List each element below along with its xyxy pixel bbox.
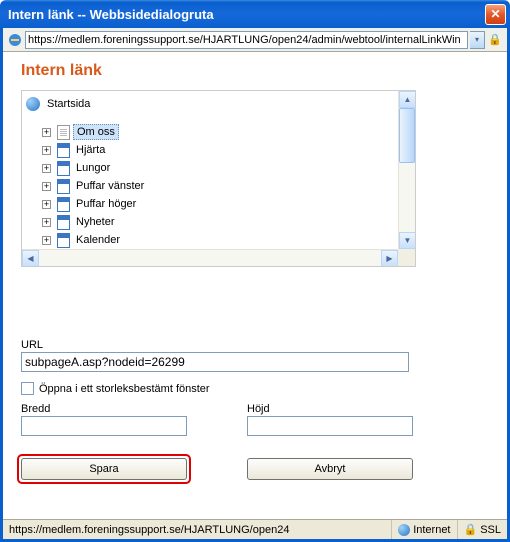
open-sized-label: Öppna i ett storleksbestämt fönster [39,383,210,395]
page-blue-icon [55,142,71,158]
url-label: URL [21,339,489,351]
status-path: https://medlem.foreningssupport.se/HJART… [3,520,392,539]
tree-item-label: Om oss [73,124,119,140]
expander-icon[interactable]: + [42,182,51,191]
arrow-right-icon: ▶ [386,254,392,263]
button-row: Spara Avbryt [21,458,489,480]
status-zone: Internet [392,520,457,539]
window-frame: ▾ 🔒 Intern länk Startsida + Om oss + Hjärta… [0,28,510,542]
page-blue-icon [55,232,71,248]
titlebar: Intern länk -- Webbsidedialogruta ✕ [0,0,510,28]
height-input[interactable] [247,416,413,436]
arrow-up-icon: ▲ [404,95,412,104]
tree-item-label: Kalender [73,233,123,247]
expander-icon[interactable]: + [42,200,51,209]
chevron-down-icon: ▾ [475,35,479,44]
globe-icon [398,524,410,536]
close-button[interactable]: ✕ [485,4,506,25]
arrow-down-icon: ▼ [404,236,412,245]
address-bar: ▾ 🔒 [3,28,507,52]
globe-icon [26,97,40,111]
tree-item[interactable]: + Puffar vänster [42,177,398,195]
expander-icon[interactable]: + [42,146,51,155]
tree-item-label: Puffar höger [73,197,139,211]
expander-icon[interactable]: + [42,164,51,173]
lock-icon: 🔒 [487,32,503,48]
scroll-up-button[interactable]: ▲ [399,91,416,108]
width-input[interactable] [21,416,187,436]
scroll-left-button[interactable]: ◀ [22,250,39,267]
horizontal-scrollbar[interactable]: ◀ ▶ [22,249,398,266]
tree-item-label: Lungor [73,161,113,175]
expander-icon[interactable]: + [42,236,51,245]
height-label: Höjd [247,403,413,415]
tree-item[interactable]: + Kalender [42,231,398,249]
expander-icon[interactable]: + [42,218,51,227]
tree-root[interactable]: Startsida [26,95,398,113]
arrow-left-icon: ◀ [27,254,33,263]
status-path-text: https://medlem.foreningssupport.se/HJART… [9,524,289,536]
window-title: Intern länk -- Webbsidedialogruta [8,7,485,22]
page-blue-icon [55,160,71,176]
open-sized-checkbox[interactable] [21,382,34,395]
width-label: Bredd [21,403,187,415]
page-title: Intern länk [21,62,489,80]
save-button[interactable]: Spara [21,458,187,480]
scroll-track-vertical[interactable] [399,108,415,232]
tree-root-label: Startsida [44,97,93,111]
ie-icon [7,32,23,48]
vertical-scrollbar[interactable]: ▲ ▼ [398,91,415,249]
page-blue-icon [55,178,71,194]
scroll-corner [398,249,415,266]
save-highlight: Spara [21,458,187,480]
status-ssl-text: SSL [480,524,501,536]
tree-body[interactable]: Startsida + Om oss + Hjärta + Lungor + Puffar v… [22,91,398,249]
tree-item[interactable]: + Nyheter [42,213,398,231]
tree-item-label: Nyheter [73,215,118,229]
dimensions-row: Bredd Höjd [21,403,489,436]
status-bar: https://medlem.foreningssupport.se/HJART… [3,519,507,539]
url-input[interactable] [21,352,409,372]
lock-icon: 🔒 [464,523,478,536]
tree-item[interactable]: + Hjärta [42,141,398,159]
scroll-down-button[interactable]: ▼ [399,232,416,249]
expander-icon[interactable]: + [42,128,51,137]
close-icon: ✕ [490,7,500,21]
tree-item-label: Hjärta [73,143,108,157]
tree-pane: Startsida + Om oss + Hjärta + Lungor + Puffar v… [21,90,416,267]
tree-item[interactable]: + Puffar höger [42,195,398,213]
cancel-button[interactable]: Avbryt [247,458,413,480]
address-input[interactable] [25,31,468,49]
tree-item-label: Puffar vänster [73,179,147,193]
tree-item[interactable]: + Lungor [42,159,398,177]
form-area: URL Öppna i ett storleksbestämt fönster … [21,339,489,480]
scroll-right-button[interactable]: ▶ [381,250,398,267]
scroll-thumb-vertical[interactable] [399,108,415,163]
tree-item[interactable]: + Om oss [42,123,398,141]
page-blue-icon [55,196,71,212]
dialog-content: Intern länk Startsida + Om oss + Hjärta + Lun… [3,52,507,480]
page-blue-icon [55,214,71,230]
scroll-track-horizontal[interactable] [39,250,381,266]
address-dropdown-button[interactable]: ▾ [470,31,485,49]
open-sized-row[interactable]: Öppna i ett storleksbestämt fönster [21,382,489,395]
page-icon [55,124,71,140]
status-ssl: 🔒 SSL [458,520,508,539]
status-zone-text: Internet [413,524,450,536]
